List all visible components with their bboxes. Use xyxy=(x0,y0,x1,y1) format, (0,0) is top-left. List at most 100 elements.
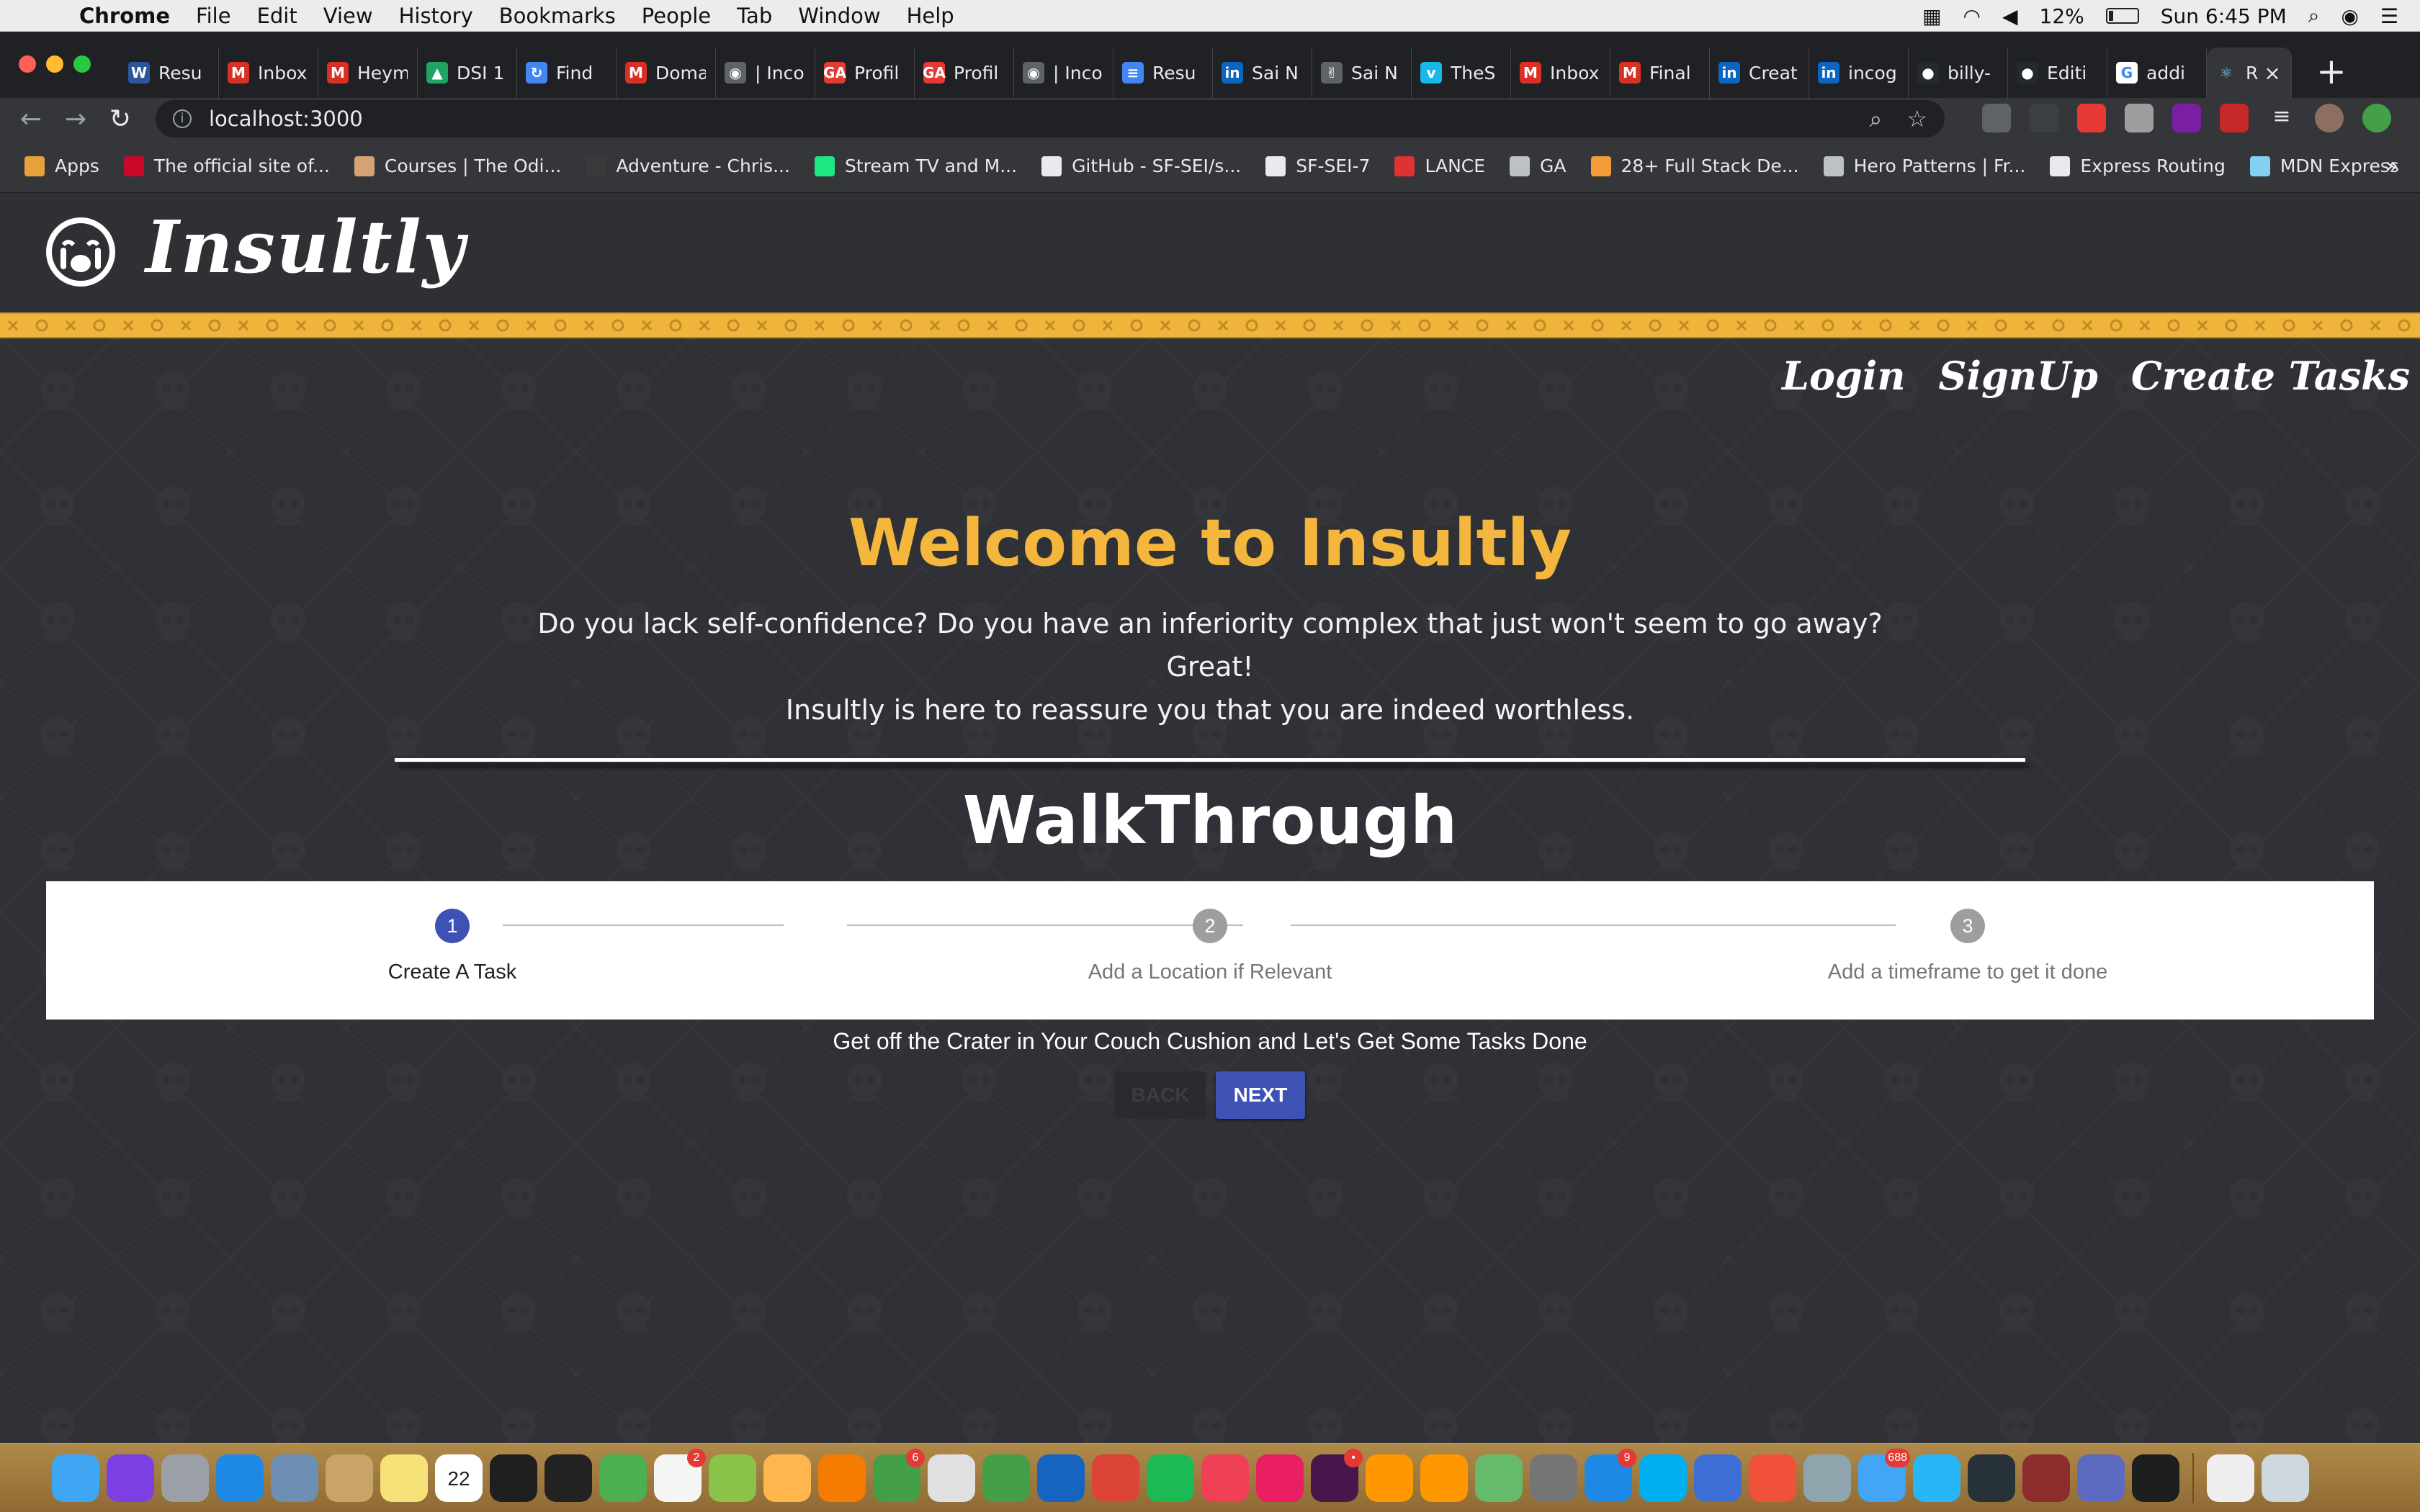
dictionary-icon[interactable] xyxy=(2022,1454,2070,1502)
chrome-icon[interactable] xyxy=(1092,1454,1139,1502)
bookmark-item[interactable]: Express Routing xyxy=(2050,156,2226,176)
finder-icon[interactable] xyxy=(52,1454,99,1502)
menu-help[interactable]: Help xyxy=(907,4,954,28)
documents-folder-icon[interactable] xyxy=(2207,1454,2254,1502)
facetime-icon[interactable]: 6 xyxy=(873,1448,925,1502)
contacts-icon[interactable] xyxy=(326,1454,373,1502)
reminders-icon[interactable]: 2 xyxy=(654,1448,706,1502)
messages-icon[interactable]: 688 xyxy=(1858,1448,1910,1502)
battery-icon[interactable] xyxy=(2105,8,2139,24)
swift-playgrounds-icon[interactable] xyxy=(1749,1454,1796,1502)
maps-icon[interactable] xyxy=(709,1454,756,1502)
browser-tab[interactable]: M Inbox xyxy=(219,48,318,98)
bookmark-item[interactable]: Courses | The Odi... xyxy=(354,156,561,176)
browser-tab[interactable]: Gaddi xyxy=(2107,48,2207,98)
browser-tab[interactable]: in incog xyxy=(1809,48,1909,98)
menu-file[interactable]: File xyxy=(196,4,231,28)
forward-arrow-icon[interactable]: → xyxy=(53,104,98,134)
menu-history[interactable]: History xyxy=(399,4,473,28)
chrome-canary-icon[interactable] xyxy=(2077,1454,2125,1502)
browser-tab[interactable]: ◉ | Inco xyxy=(716,48,815,98)
ibooks-icon[interactable] xyxy=(1420,1454,1468,1502)
volume-icon[interactable]: ◀ xyxy=(2002,4,2018,28)
nav-create-tasks-link[interactable]: Create Tasks xyxy=(2131,353,2410,399)
atom-icon[interactable] xyxy=(1475,1454,1523,1502)
crying-face-logo-icon[interactable] xyxy=(45,216,117,288)
skype-icon[interactable] xyxy=(1639,1454,1687,1502)
browser-tab-active[interactable]: ⚛ R × xyxy=(2207,48,2292,98)
bookmark-item[interactable]: Adventure - Chris... xyxy=(586,156,790,176)
nav-login-link[interactable]: Login xyxy=(1782,353,1906,399)
menu-people[interactable]: People xyxy=(642,4,711,28)
itunes-icon[interactable] xyxy=(1256,1454,1304,1502)
nav-signup-link[interactable]: SignUp xyxy=(1939,353,2098,399)
bookmark-item[interactable]: Stream TV and M... xyxy=(814,156,1017,176)
browser-tab[interactable]: ● Editi xyxy=(2008,48,2107,98)
pocket-extension-icon[interactable] xyxy=(1982,104,2011,132)
bookmark-item[interactable]: Apps xyxy=(24,156,99,176)
browser-tab[interactable]: M Inbox xyxy=(1511,48,1610,98)
browser-tab[interactable]: in Creat xyxy=(1710,48,1809,98)
siri-icon[interactable] xyxy=(107,1454,154,1502)
vudu-icon[interactable] xyxy=(1694,1454,1742,1502)
numbers-icon[interactable] xyxy=(982,1454,1030,1502)
step-1[interactable]: 1 Create A Task xyxy=(128,909,776,984)
photos-icon[interactable] xyxy=(763,1454,811,1502)
extension-icon[interactable] xyxy=(2030,104,2058,132)
preview-icon[interactable] xyxy=(271,1454,318,1502)
instruments-icon[interactable] xyxy=(544,1454,592,1502)
profile-avatar[interactable] xyxy=(2315,104,2344,132)
site-brand-logo[interactable]: Insultly xyxy=(145,204,466,289)
menu-bookmarks[interactable]: Bookmarks xyxy=(499,4,616,28)
menu-window[interactable]: Window xyxy=(798,4,880,28)
site-info-icon[interactable]: i xyxy=(173,109,192,128)
step-2[interactable]: 2 Add a Location if Relevant xyxy=(886,909,1534,984)
browser-tab[interactable]: ● billy- xyxy=(1909,48,2008,98)
keynote-pages-icon[interactable] xyxy=(928,1454,975,1502)
reload-icon[interactable]: ↻ xyxy=(98,104,143,134)
trash-icon[interactable] xyxy=(2262,1454,2309,1502)
media-controls-icon[interactable]: ≡ xyxy=(2267,104,2296,132)
terminal-icon[interactable] xyxy=(2132,1454,2179,1502)
bookmark-item[interactable]: GA xyxy=(1510,156,1567,176)
calendar-icon[interactable]: 22 xyxy=(435,1454,483,1502)
menu-app-name[interactable]: Chrome xyxy=(79,4,170,28)
next-button[interactable]: NEXT xyxy=(1216,1071,1305,1119)
extension-icon[interactable] xyxy=(2220,104,2249,132)
adblock-extension-icon[interactable] xyxy=(2077,104,2106,132)
keynote-icon[interactable] xyxy=(1037,1454,1085,1502)
browser-tab[interactable]: M Heym xyxy=(318,48,418,98)
bookmark-item[interactable]: The official site of... xyxy=(123,156,330,176)
launchpad-icon[interactable] xyxy=(161,1454,209,1502)
browser-tab[interactable]: v TheS xyxy=(1412,48,1511,98)
extension-icon[interactable] xyxy=(2172,104,2201,132)
window-zoom-button[interactable] xyxy=(73,55,91,73)
browser-tab[interactable]: ◉ | Inco xyxy=(1014,48,1113,98)
bookmark-star-icon[interactable]: ☆ xyxy=(1906,105,1927,133)
notification-center-icon[interactable]: ☰ xyxy=(2380,4,2398,28)
browser-tab[interactable]: M Final xyxy=(1610,48,1710,98)
browser-tab[interactable]: ≡ Resu xyxy=(1113,48,1213,98)
menu-tab[interactable]: Tab xyxy=(737,4,772,28)
menu-clock[interactable]: Sun 6:45 PM xyxy=(2161,4,2287,28)
wifi-icon[interactable]: ◠ xyxy=(1963,4,1981,28)
slack-icon[interactable]: • xyxy=(1311,1448,1363,1502)
browser-tab[interactable]: ✌ Sai N xyxy=(1312,48,1412,98)
browser-tab[interactable]: M Doma xyxy=(617,48,716,98)
address-bar[interactable]: i localhost:3000 ⌕ ☆ xyxy=(156,100,1945,138)
browser-tab[interactable]: W Resu xyxy=(120,48,219,98)
spotlight-search-icon[interactable]: ⌕ xyxy=(2308,4,2320,28)
siri-menu-icon[interactable]: ◉ xyxy=(2341,4,2358,28)
menu-edit[interactable]: Edit xyxy=(257,4,297,28)
telegram-icon[interactable] xyxy=(1913,1454,1960,1502)
bookmark-item[interactable]: MDN Express xyxy=(2249,156,2399,176)
image-capture-icon[interactable] xyxy=(1803,1454,1851,1502)
browser-tab[interactable]: ▲ DSI 1 xyxy=(418,48,517,98)
activity-icon[interactable] xyxy=(1968,1454,2015,1502)
bookmark-item[interactable]: SF-SEI-7 xyxy=(1265,156,1370,176)
back-arrow-icon[interactable]: ← xyxy=(9,104,53,134)
browser-tab[interactable]: ↻ Find xyxy=(517,48,617,98)
notes-icon[interactable] xyxy=(380,1454,428,1502)
window-close-button[interactable] xyxy=(19,55,36,73)
maps-send-icon[interactable] xyxy=(599,1454,647,1502)
